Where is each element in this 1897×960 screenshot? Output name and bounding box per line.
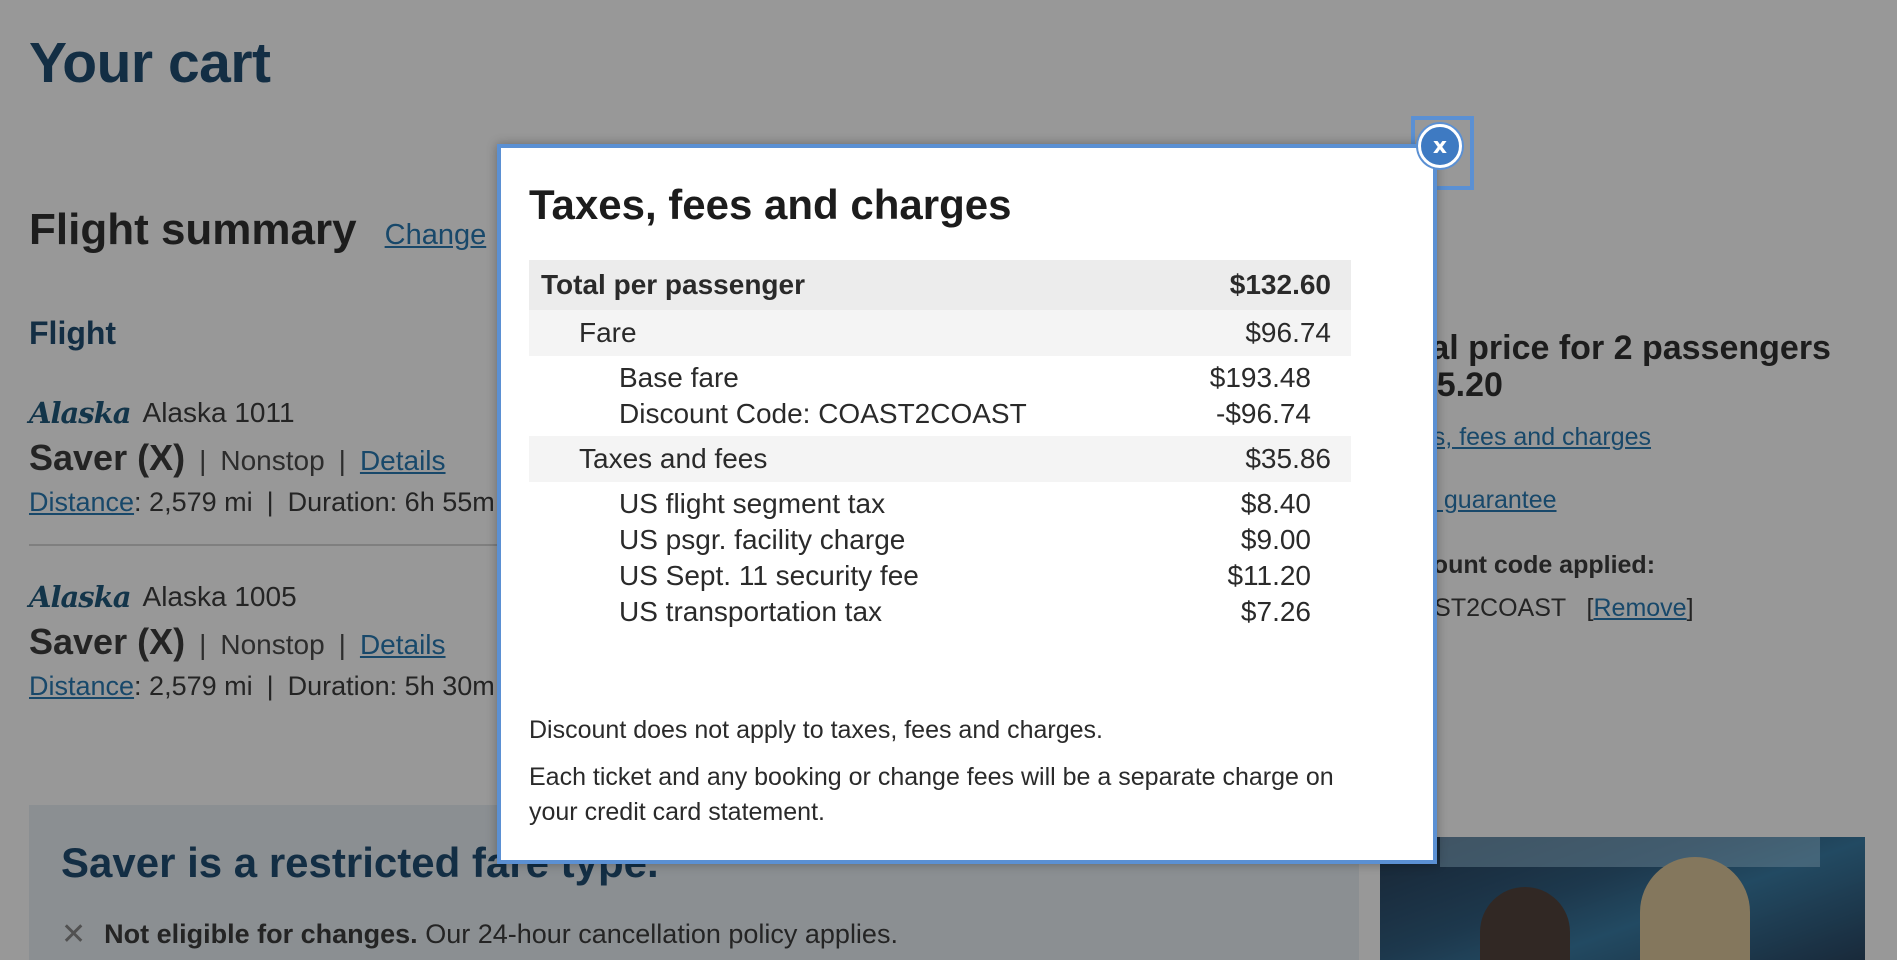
row-label: Base fare <box>619 362 739 393</box>
row-label: US transportation tax <box>619 596 883 627</box>
modal-title: Taxes, fees and charges <box>529 181 1012 228</box>
fee-item-row: US transportation tax $7.26 <box>529 594 1351 630</box>
row-value: $132.60 <box>1229 269 1331 300</box>
fee-item-row: US flight segment tax $8.40 <box>529 486 1351 522</box>
fee-item-row: Discount Code: COAST2COAST -$96.74 <box>529 396 1351 432</box>
row-label: US flight segment tax <box>619 488 886 519</box>
fee-item-row: US psgr. facility charge $9.00 <box>529 522 1351 558</box>
ticket-note: Each ticket and any booking or change fe… <box>529 763 1334 826</box>
fee-item-row: Base fare $193.48 <box>529 360 1351 396</box>
row-label: US psgr. facility charge <box>619 524 906 555</box>
fee-item-row: US Sept. 11 security fee $11.20 <box>529 558 1351 594</box>
row-label: Discount Code: COAST2COAST <box>619 398 1027 429</box>
row-label: Fare <box>579 317 637 348</box>
taxes-row: Taxes and fees $35.86 <box>529 436 1351 482</box>
row-value: $11.20 <box>1227 560 1311 591</box>
row-label: Total per passenger <box>541 269 806 300</box>
close-modal-button[interactable]: x <box>1418 124 1462 168</box>
row-value: $35.86 <box>1245 443 1331 474</box>
fare-row: Fare $96.74 <box>529 310 1351 356</box>
row-value: $8.40 <box>1240 488 1311 519</box>
total-per-passenger-row: Total per passenger $132.60 <box>529 260 1351 310</box>
row-value: $96.74 <box>1245 317 1331 348</box>
discount-note: Discount does not apply to taxes, fees a… <box>529 716 1103 744</box>
row-label: US Sept. 11 security fee <box>619 560 919 591</box>
row-value: $193.48 <box>1209 362 1311 393</box>
row-label: Taxes and fees <box>579 443 768 474</box>
row-value: $7.26 <box>1240 596 1311 627</box>
row-value: -$96.74 <box>1216 398 1311 429</box>
fees-table: Total per passenger $132.60 Fare $96.74 … <box>529 260 1351 634</box>
taxes-fees-modal: Taxes, fees and charges Total per passen… <box>497 144 1437 864</box>
row-value: $9.00 <box>1240 524 1311 555</box>
